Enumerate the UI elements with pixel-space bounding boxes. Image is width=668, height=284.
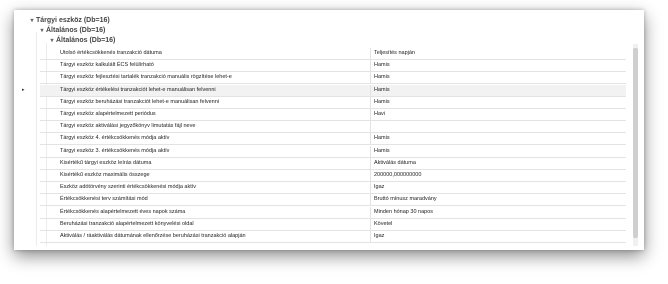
column-divider — [370, 72, 371, 84]
column-divider — [370, 145, 371, 157]
group-label: Általános (Db=16) — [56, 37, 116, 44]
setting-value[interactable]: Hamis — [374, 97, 390, 108]
setting-name: Aktiválás / ráaktiválás dátumának ellenő… — [60, 233, 246, 239]
table-row[interactable]: Tárgyi eszköz fejlesztési tartalék tranz… — [40, 72, 626, 85]
table-row[interactable]: Tárgyi eszköz aktiválási jegyzőkönyv lim… — [40, 121, 626, 134]
table-row[interactable]: Aktiválás / ráaktiválás dátumának ellenő… — [40, 231, 626, 243]
setting-value[interactable]: Igaz — [374, 231, 384, 242]
table-row[interactable]: Tárgyi eszköz beruházási tranzakciót leh… — [40, 96, 626, 109]
setting-name: Tárgyi eszköz 3. értékcsökkenés módja ak… — [60, 147, 170, 154]
group-row-altalanos-sub[interactable]: ▾ Általános (Db=16) — [48, 36, 115, 46]
group-label: Általános (Db=16) — [46, 27, 106, 34]
setting-value[interactable]: Bruttó mínusz maradvány — [374, 194, 437, 205]
setting-name: Kisértékű tárgyi eszköz leírás dátuma — [60, 159, 152, 166]
table-row[interactable]: Értékcsökkenés alapértelmezett éves napo… — [40, 206, 626, 219]
setting-value[interactable]: Havi — [374, 109, 385, 120]
setting-name: Tárgyi eszköz kalkulált ÉCS felülírható — [60, 62, 154, 69]
setting-name: Tárgyi eszköz alapértelmezett periódus — [60, 111, 156, 117]
table-row[interactable]: Beruházási tranzakció alapértelmezett kö… — [40, 218, 626, 231]
chevron-down-icon[interactable]: ▾ — [48, 36, 56, 46]
table-row[interactable]: Tárgyi eszköz kalkulált ÉCS felülírható H… — [40, 60, 626, 73]
column-divider — [370, 182, 371, 194]
scrollbar-thumb[interactable] — [633, 48, 638, 238]
table-row[interactable]: ▸ Tárgyi eszköz értékelési tranzakciót le… — [22, 84, 626, 97]
setting-name: Kisértékű eszköz maximális összege — [60, 172, 150, 178]
setting-value[interactable]: Minden hónap 30 napos — [374, 207, 433, 218]
column-divider — [370, 84, 371, 96]
group-row-altalanos[interactable]: ▾ Általános (Db=16) — [38, 26, 105, 36]
row-indicator-icon: ▸ — [22, 86, 25, 93]
column-divider — [370, 60, 371, 72]
table-row[interactable]: Tárgyi eszköz alapértelmezett periódus Ha… — [40, 109, 626, 121]
table-row[interactable]: Tárgyi eszköz 3. értékcsökkenés módja ak… — [40, 145, 626, 158]
table-row[interactable]: Kisértékű eszköz maximális összege 200000… — [40, 170, 626, 182]
setting-value[interactable]: Hamis — [374, 85, 390, 96]
tree-guide-line — [36, 32, 37, 246]
setting-name: Értékcsökkenési terv számítási mód — [60, 196, 148, 203]
column-divider — [370, 96, 371, 108]
column-divider — [370, 231, 371, 242]
setting-value[interactable]: Követel — [374, 219, 392, 230]
chevron-down-icon[interactable]: ▾ — [28, 16, 36, 26]
setting-name: Eszköz adótörvény szerinti értékcsökkené… — [60, 184, 197, 191]
setting-value[interactable]: 200000,000000000 — [374, 170, 421, 181]
column-divider — [370, 157, 371, 169]
column-divider — [370, 109, 371, 120]
group-label: Tárgyi eszköz (Db=16) — [36, 17, 110, 24]
table-row[interactable]: Értékcsökkenési terv számítási mód Bruttó… — [40, 194, 626, 207]
column-divider — [370, 194, 371, 206]
table-row[interactable]: Utolsó értékcsökkenés tranzakció dátuma T… — [40, 48, 626, 60]
table-row[interactable]: Kisértékű tárgyi eszköz leírás dátuma Akt… — [40, 157, 626, 170]
chevron-down-icon[interactable]: ▾ — [38, 26, 46, 36]
group-row-targyi-eszkoz[interactable]: ▾ Tárgyi eszköz (Db=16) — [28, 16, 110, 26]
table-row[interactable]: Tárgyi eszköz 4. értékcsökkenés módja ak… — [40, 133, 626, 146]
settings-grid-window: ▾ Tárgyi eszköz (Db=16) ▾ Általános (Db=… — [14, 10, 644, 250]
column-divider — [370, 206, 371, 218]
setting-name: Értékcsökkenés alapértelmezett éves napo… — [60, 208, 186, 215]
setting-value[interactable]: Teljesítés napján — [374, 48, 415, 59]
column-divider — [370, 218, 371, 230]
table-row[interactable]: Eszköz adótörvény szerinti értékcsökkené… — [40, 182, 626, 195]
column-divider — [370, 48, 371, 59]
vertical-scrollbar[interactable] — [633, 44, 638, 246]
setting-name: Utolsó értékcsökkenés tranzakció dátuma — [60, 50, 162, 56]
column-divider — [370, 133, 371, 145]
setting-name: Tárgyi eszköz fejlesztési tartalék tranz… — [60, 74, 232, 81]
setting-value[interactable]: Igaz — [374, 182, 384, 193]
setting-value[interactable]: Hamis — [374, 133, 390, 144]
column-divider — [370, 170, 371, 181]
setting-value[interactable]: Hamis — [374, 60, 390, 71]
setting-value[interactable]: Hamis — [374, 72, 390, 83]
setting-name: Beruházási tranzakció alapértelmezett kö… — [60, 220, 194, 227]
setting-value[interactable]: Aktiválás dátuma — [374, 158, 416, 169]
column-divider — [370, 121, 371, 133]
setting-name: Tárgyi eszköz aktiválási jegyzőkönyv lim… — [60, 123, 196, 130]
setting-name: Tárgyi eszköz 4. értékcsökkenés módja ak… — [60, 135, 170, 142]
setting-value[interactable]: Hamis — [374, 146, 390, 157]
setting-name: Tárgyi eszköz értékelési tranzakciót leh… — [60, 86, 216, 93]
setting-name: Tárgyi eszköz beruházási tranzakciót leh… — [60, 98, 219, 105]
